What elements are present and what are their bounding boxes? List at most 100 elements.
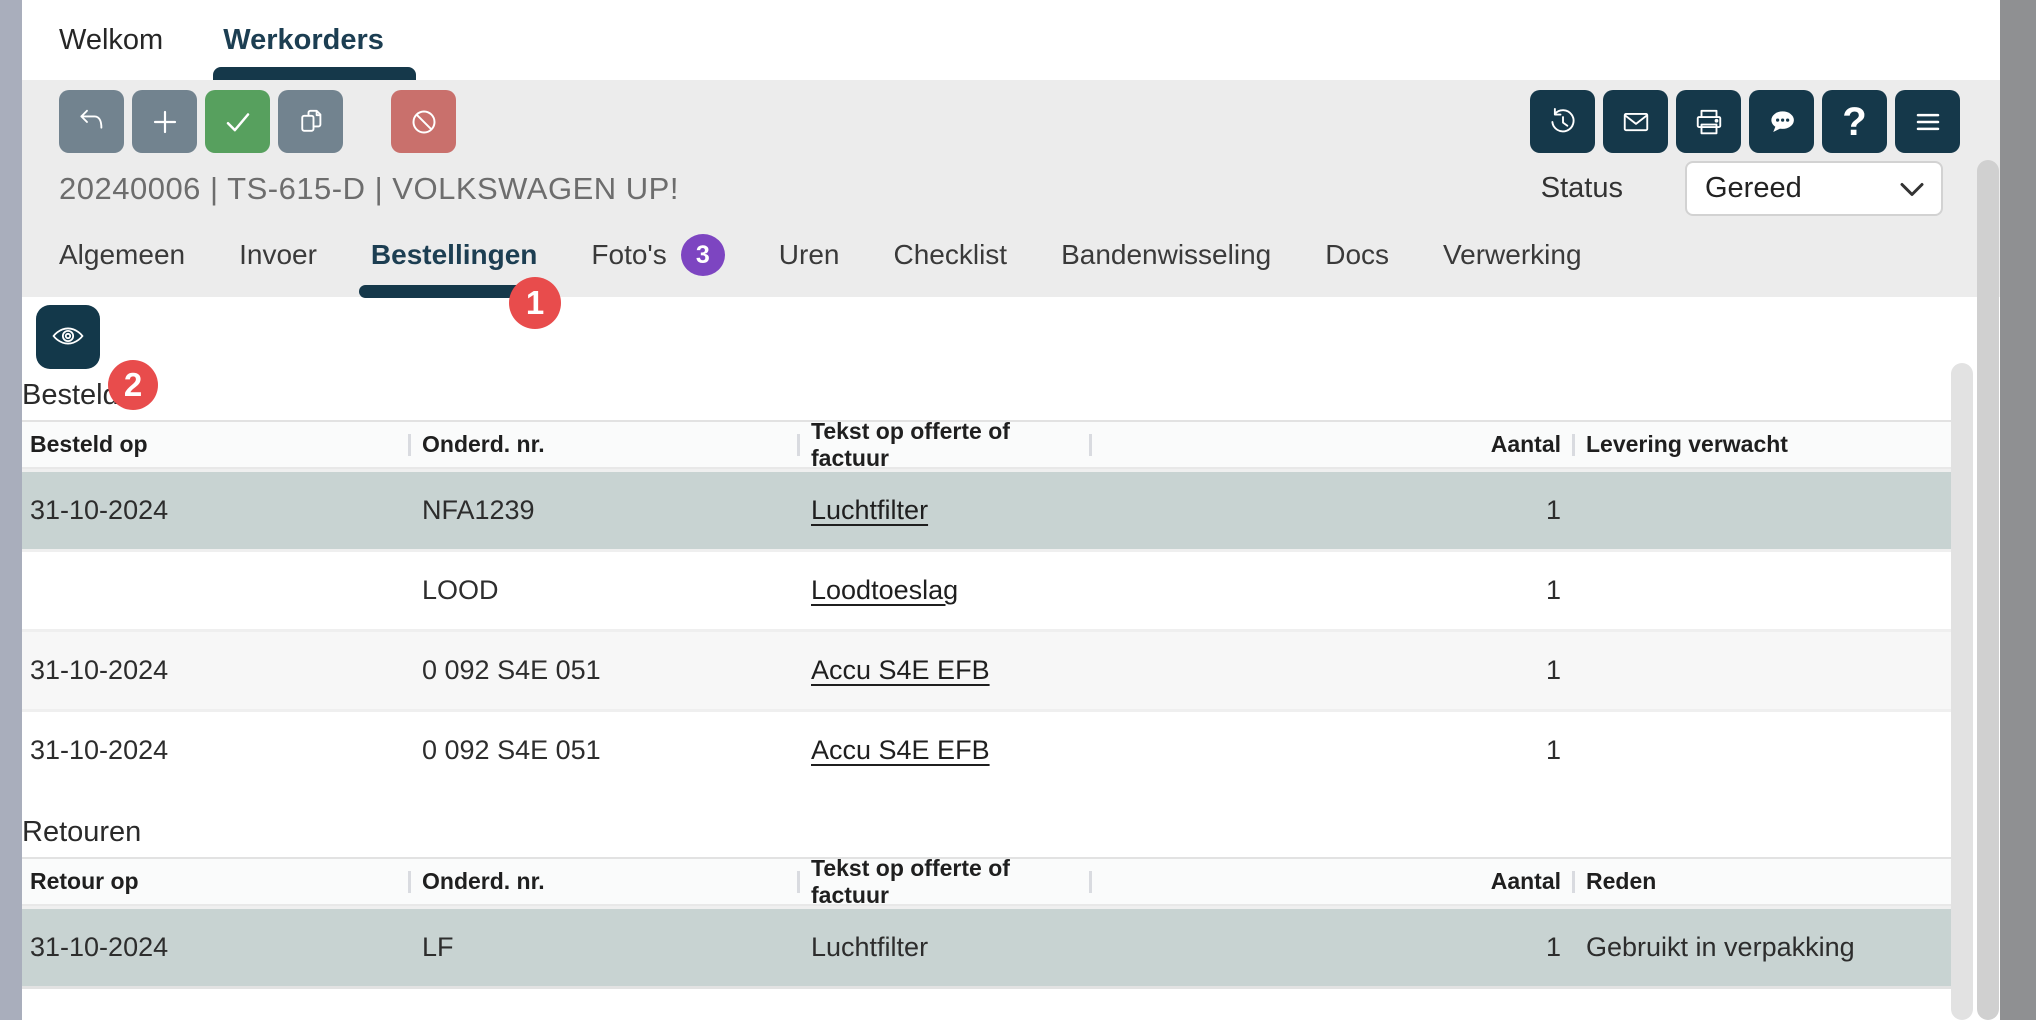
menu-icon xyxy=(1908,102,1948,142)
cell-date: 31-10-2024 xyxy=(22,655,408,686)
subtab-fotos[interactable]: Foto's 3 xyxy=(591,234,724,276)
table-row[interactable]: 31-10-2024 0 092 S4E 051 Accu S4E EFB 1 xyxy=(22,709,1958,789)
window-scrollbar-track[interactable] xyxy=(2000,0,2036,1020)
subtab-bandenwisseling[interactable]: Bandenwisseling xyxy=(1061,239,1271,271)
cell-part-number: LF xyxy=(408,932,797,963)
table-row[interactable]: 31-10-2024 NFA1239 Luchtfilter 1 xyxy=(22,469,1958,549)
chevron-down-icon xyxy=(1899,172,1925,205)
subtab-bestellingen[interactable]: Bestellingen xyxy=(371,239,537,271)
subtab-label: Uren xyxy=(779,239,840,271)
cell-quantity: 1 xyxy=(1089,655,1572,686)
subtab-label: Verwerking xyxy=(1443,239,1582,271)
cell-part-number: 0 092 S4E 051 xyxy=(408,655,797,686)
cell-quantity: 1 xyxy=(1089,932,1572,963)
print-button[interactable] xyxy=(1676,90,1741,153)
cell-part-number: NFA1239 xyxy=(408,495,797,526)
cancel-button[interactable] xyxy=(391,90,456,153)
column-divider xyxy=(1089,434,1092,456)
cell-part-number: LOOD xyxy=(408,575,797,606)
subtab-bar: Algemeen Invoer Bestellingen Foto's 3 Ur… xyxy=(22,234,2000,276)
undo-icon xyxy=(72,102,112,142)
subtab-label: Foto's xyxy=(591,239,666,271)
history-button[interactable] xyxy=(1530,90,1595,153)
bestellingen-panel: Besteld Besteld op Onderd. nr. Tekst op … xyxy=(22,305,2000,989)
confirm-button[interactable] xyxy=(205,90,270,153)
toolbar-right: ? xyxy=(1530,90,1960,153)
tab-label: Werkorders xyxy=(223,24,384,57)
cell-quantity: 1 xyxy=(1089,735,1572,766)
workorder-header: 20240006 | TS-615-D | VOLKSWAGEN UP! Sta… xyxy=(22,161,2000,216)
cell-quantity: 1 xyxy=(1089,495,1572,526)
status-label: Status xyxy=(1541,172,1623,205)
view-button[interactable] xyxy=(36,305,100,369)
tab-werkorders[interactable]: Werkorders xyxy=(223,0,384,80)
besteld-table: Besteld op Onderd. nr. Tekst op offerte … xyxy=(22,420,1958,789)
tab-label: Welkom xyxy=(59,24,163,57)
table-row[interactable]: 31-10-2024 0 092 S4E 051 Accu S4E EFB 1 xyxy=(22,629,1958,709)
subtab-verwerking[interactable]: Verwerking xyxy=(1443,239,1582,271)
chat-icon xyxy=(1762,102,1802,142)
subtab-label: Invoer xyxy=(239,239,317,271)
cell-quantity: 1 xyxy=(1089,575,1572,606)
mail-button[interactable] xyxy=(1603,90,1668,153)
app-window: Welkom Werkorders xyxy=(0,0,2036,1020)
subtab-algemeen[interactable]: Algemeen xyxy=(59,239,185,271)
copy-button[interactable] xyxy=(278,90,343,153)
cell-reason: Gebruikt in verpakking xyxy=(1572,932,1958,963)
help-button[interactable]: ? xyxy=(1822,90,1887,153)
mail-icon xyxy=(1616,102,1656,142)
cell-part-number: 0 092 S4E 051 xyxy=(408,735,797,766)
column-header: Retour op xyxy=(22,859,408,904)
column-header: Aantal xyxy=(1089,859,1572,904)
table-row[interactable]: LOOD Loodtoeslag 1 xyxy=(22,549,1958,629)
annotation-1: 1 xyxy=(509,277,561,329)
status-value: Gereed xyxy=(1705,172,1802,205)
besteld-section-title: Besteld xyxy=(22,378,2000,412)
main-area: Welkom Werkorders xyxy=(22,0,2000,1020)
subtab-uren[interactable]: Uren xyxy=(779,239,840,271)
table-row[interactable]: 31-10-2024 LF Luchtfilter 1 Gebruikt in … xyxy=(22,906,1958,989)
retouren-section-title: Retouren xyxy=(22,815,2000,849)
column-header: Tekst op offerte of factuur xyxy=(797,422,1089,467)
cell-date: 31-10-2024 xyxy=(22,932,408,963)
part-link[interactable]: Luchtfilter xyxy=(811,495,928,525)
subtab-label: Docs xyxy=(1325,239,1389,271)
add-button[interactable] xyxy=(132,90,197,153)
part-link[interactable]: Loodtoeslag xyxy=(811,575,958,605)
column-divider xyxy=(797,871,800,893)
subtab-label: Bestellingen xyxy=(371,239,537,271)
plus-icon xyxy=(145,102,185,142)
status-dropdown[interactable]: Gereed xyxy=(1685,161,1943,216)
left-edge-strip xyxy=(0,0,22,1020)
menu-button[interactable] xyxy=(1895,90,1960,153)
part-link[interactable]: Accu S4E EFB xyxy=(811,735,990,765)
print-icon xyxy=(1689,102,1729,142)
subtab-checklist[interactable]: Checklist xyxy=(893,239,1007,271)
column-divider xyxy=(1089,871,1092,893)
part-link[interactable]: Accu S4E EFB xyxy=(811,655,990,685)
subtab-docs[interactable]: Docs xyxy=(1325,239,1389,271)
subtab-label: Checklist xyxy=(893,239,1007,271)
top-tab-bar: Welkom Werkorders xyxy=(22,0,2000,80)
chat-button[interactable] xyxy=(1749,90,1814,153)
retouren-table: Retour op Onderd. nr. Tekst op offerte o… xyxy=(22,857,1958,989)
column-divider xyxy=(408,871,411,893)
eye-icon xyxy=(46,314,90,361)
active-tab-indicator xyxy=(213,67,416,80)
undo-button[interactable] xyxy=(59,90,124,153)
cell-date: 31-10-2024 xyxy=(22,495,408,526)
history-icon xyxy=(1543,102,1583,142)
subtab-label: Bandenwisseling xyxy=(1061,239,1271,271)
cell-date: 31-10-2024 xyxy=(22,735,408,766)
fotos-count-badge: 3 xyxy=(681,234,725,276)
page-scrollbar-thumb[interactable] xyxy=(1977,160,1999,1020)
column-header: Onderd. nr. xyxy=(408,859,797,904)
cell-description: Luchtfilter xyxy=(797,932,1089,963)
workorder-panel: ? 20240006 | TS-615-D | VOLKSWAGEN UP! S… xyxy=(22,80,2000,297)
inner-scrollbar-thumb[interactable] xyxy=(1951,363,1973,1020)
tab-welkom[interactable]: Welkom xyxy=(59,0,163,80)
check-icon xyxy=(218,102,258,142)
subtab-label: Algemeen xyxy=(59,239,185,271)
subtab-invoer[interactable]: Invoer xyxy=(239,239,317,271)
status-field: Status Gereed xyxy=(1541,161,1943,216)
